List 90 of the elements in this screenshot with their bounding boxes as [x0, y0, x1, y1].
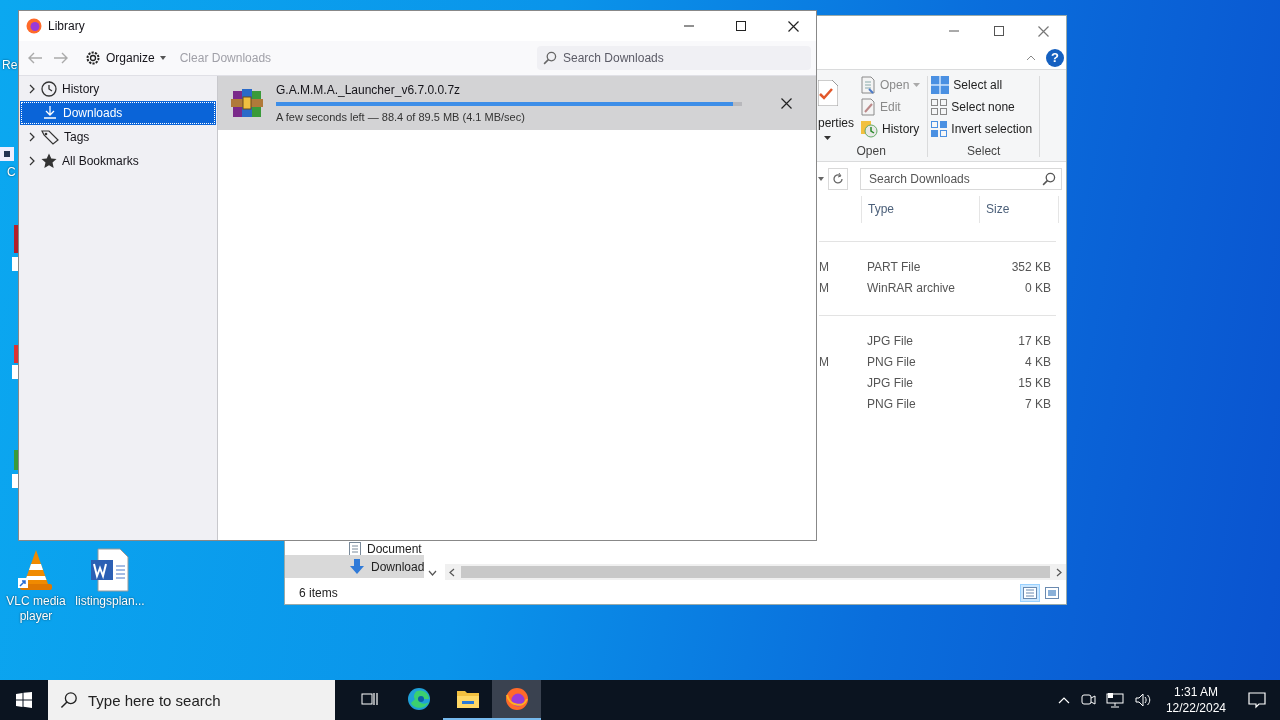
window-title: Library: [48, 19, 85, 33]
table-cell-text: 7 KB: [1024, 396, 1051, 411]
ribbon-button[interactable]: History: [860, 120, 921, 138]
browser-swirl-icon[interactable]: [406, 687, 431, 711]
group-label: Select: [967, 144, 1001, 158]
network-icon[interactable]: [1105, 692, 1124, 708]
close-icon[interactable]: [780, 97, 792, 109]
select-all-icon: [931, 76, 950, 94]
refresh-button[interactable]: [828, 168, 848, 190]
word-document-icon[interactable]: [90, 548, 130, 592]
sidebar-item[interactable]: Tags: [19, 125, 217, 149]
sidebar-item[interactable]: All Bookmarks: [19, 149, 217, 173]
archive-books-icon: [231, 87, 263, 119]
column-header[interactable]: Size: [979, 196, 1059, 223]
scroll-left-icon[interactable]: [449, 567, 455, 577]
details-view-icon: [1023, 587, 1037, 599]
group-label: Open: [856, 144, 886, 158]
view-button[interactable]: [1020, 584, 1040, 602]
sidebar-item[interactable]: Downloads: [20, 101, 216, 125]
table-cell-text: PART File: [867, 259, 922, 274]
notification-icon[interactable]: [1248, 691, 1266, 709]
ribbon-button[interactable]: Invert selection: [931, 120, 1033, 138]
folder-icon[interactable]: [455, 689, 480, 709]
download-arrow-icon: [349, 558, 365, 575]
traffic-cone-icon[interactable]: [18, 548, 54, 592]
chevron-right-icon[interactable]: [28, 84, 36, 94]
ribbon-button[interactable]: Select none: [931, 98, 1033, 116]
table-cell-text: 4 KB: [1024, 354, 1051, 369]
dropdown-caret-icon: [824, 136, 831, 140]
table-cell-text: JPG File: [867, 375, 914, 390]
gear-icon: [85, 50, 101, 66]
volume-icon[interactable]: [1133, 692, 1152, 708]
search-field[interactable]: Search Downloads: [537, 46, 811, 70]
refresh-icon: [832, 173, 844, 185]
chevron-right-icon[interactable]: [28, 132, 36, 142]
ribbon-button[interactable]: Select all: [931, 76, 1033, 94]
task-view-icon[interactable]: [360, 691, 379, 707]
table-cell-text: 17 KB: [1017, 333, 1051, 348]
scroll-down-icon[interactable]: [428, 570, 438, 576]
table-cell-text: 0 KB: [1024, 280, 1051, 295]
file-name: G.A.M.M.A._Launcher_v6.7.0.0.7z: [276, 83, 462, 97]
app-logo-icon: [26, 18, 42, 34]
clock[interactable]: 1:31 AM 12/22/2024: [1165, 684, 1226, 716]
nav-item[interactable]: Document: [285, 542, 425, 555]
table-cell-text: JPG File: [867, 333, 914, 348]
sidebar-item[interactable]: History: [19, 77, 217, 101]
ribbon-button[interactable]: perties: [818, 116, 855, 130]
maximize-icon[interactable]: [993, 26, 1004, 36]
table-cell-text: 352 KB: [1010, 259, 1051, 274]
download-status: A few seconds left — 88.4 of 89.5 MB (4.1 MB/sec): [276, 111, 526, 123]
clock-icon: [41, 81, 57, 97]
windows-logo-icon: [16, 692, 32, 708]
dropdown-caret-icon[interactable]: [818, 177, 824, 181]
table-cell-text: M: [819, 280, 830, 295]
fox-browser-icon[interactable]: [504, 687, 529, 711]
collapse-ribbon-icon[interactable]: [1026, 54, 1036, 61]
select-none-icon: [931, 99, 948, 115]
close-icon[interactable]: [787, 20, 799, 32]
search-field[interactable]: Type here to search: [48, 680, 335, 720]
chevron-right-icon[interactable]: [28, 156, 36, 166]
status-text: 6 items: [299, 586, 338, 600]
document-icon: [860, 76, 876, 94]
table-cell-text: M: [819, 259, 830, 274]
dropdown-caret-icon: [159, 56, 166, 60]
table-cell-text: M: [819, 354, 830, 369]
download-icon: [42, 105, 58, 121]
camera-icon[interactable]: [1079, 692, 1096, 708]
help-button[interactable]: ?: [1046, 48, 1064, 67]
search-icon: [1042, 172, 1056, 186]
chevron-up-icon[interactable]: [1057, 696, 1070, 704]
large-icons-view-icon: [1045, 587, 1059, 599]
tag-icon: [41, 129, 59, 145]
download-item[interactable]: G.A.M.M.A._Launcher_v6.7.0.0.7z A few seconds left — 88.4 of 89.5 MB (4.1 MB/sec): [218, 76, 816, 130]
maximize-icon[interactable]: [736, 21, 746, 31]
document-pencil-icon: [860, 98, 876, 116]
star-icon: [41, 153, 57, 169]
nav-item[interactable]: Download: [285, 555, 425, 578]
table-cell-text: PNG File: [867, 354, 917, 369]
organize-menu[interactable]: Organize: [85, 50, 166, 66]
scroll-right-icon[interactable]: [1056, 567, 1062, 577]
column-header[interactable]: Type: [861, 196, 979, 223]
scrollbar-thumb[interactable]: [461, 566, 1050, 578]
table-cell-text: PNG File: [867, 396, 917, 411]
history-icon: [860, 120, 878, 138]
view-button[interactable]: [1042, 584, 1062, 602]
invert-selection-icon: [931, 121, 948, 137]
checklist-document-icon[interactable]: [818, 80, 838, 106]
search-field[interactable]: Search Downloads: [860, 168, 1062, 190]
table-cell-text: WinRAR archive: [867, 280, 957, 295]
table-cell-text: 15 KB: [1017, 375, 1051, 390]
